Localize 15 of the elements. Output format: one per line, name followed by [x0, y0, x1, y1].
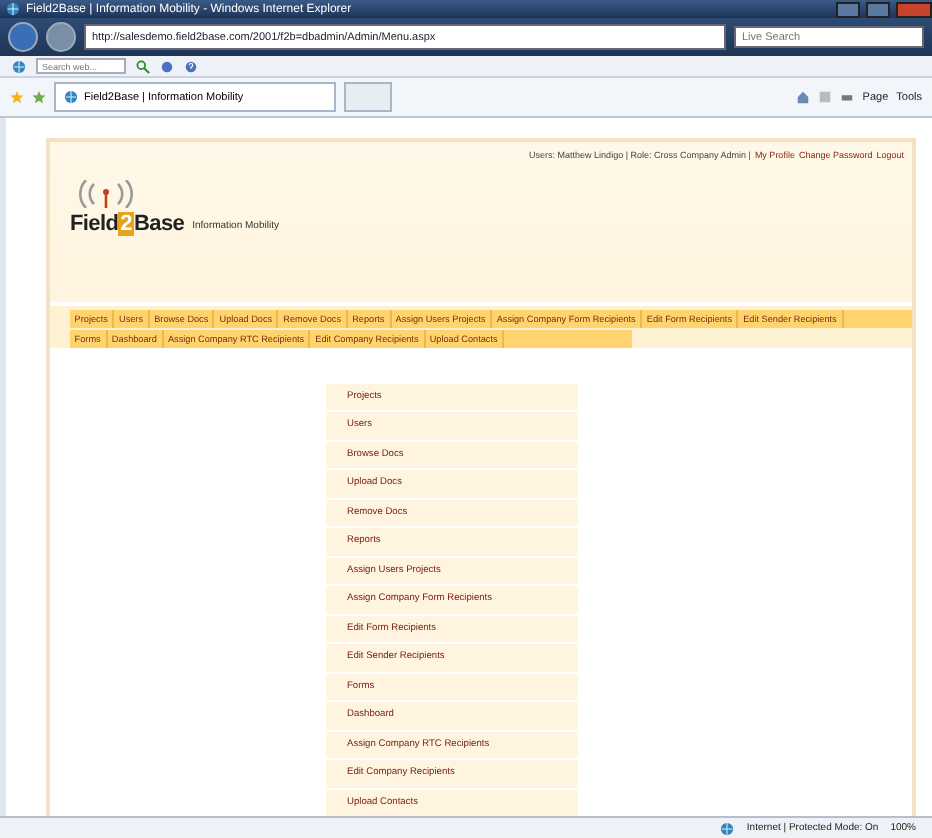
logo-wordmark: Field2Base: [70, 212, 185, 236]
search-icon[interactable]: [136, 59, 150, 73]
close-button[interactable]: [896, 1, 932, 17]
minimize-button[interactable]: [836, 1, 860, 17]
maximize-button[interactable]: [866, 1, 890, 17]
add-favorite-icon[interactable]: [32, 90, 46, 104]
toolbar-logo-icon: [12, 59, 26, 73]
question-icon[interactable]: [184, 59, 198, 73]
tab-page-icon: [64, 90, 78, 104]
favorites-star-icon[interactable]: [10, 90, 24, 104]
back-button[interactable]: [8, 22, 38, 52]
browser-icon: [6, 2, 20, 16]
internet-zone-icon: [720, 821, 735, 835]
home-icon[interactable]: [796, 90, 811, 104]
forward-button[interactable]: [46, 22, 76, 52]
